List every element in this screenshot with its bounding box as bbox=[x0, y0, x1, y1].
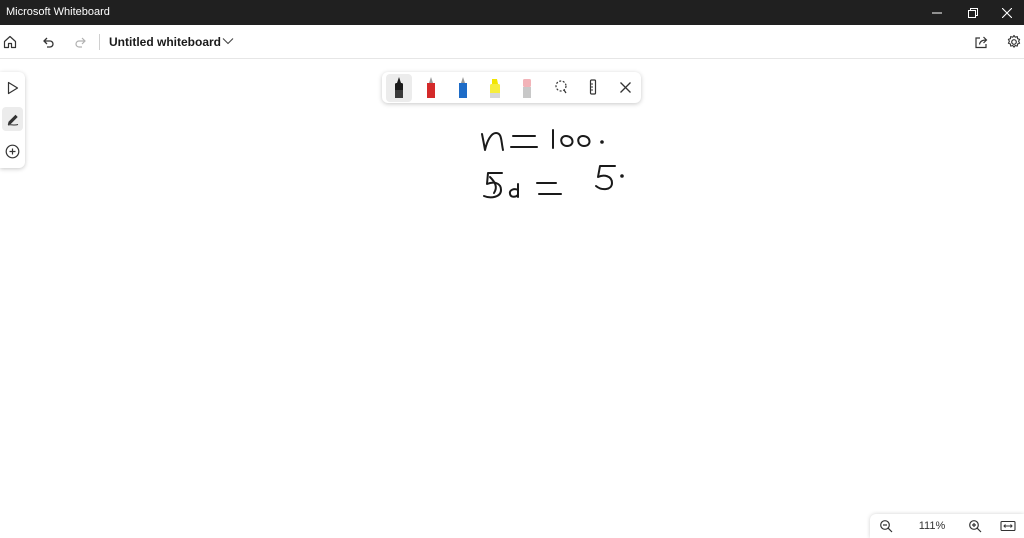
close-pen-tray-button[interactable] bbox=[614, 76, 636, 98]
fit-to-screen-icon bbox=[1000, 520, 1016, 532]
zoom-in-button[interactable] bbox=[965, 517, 985, 535]
ink-stroke-zero-2 bbox=[577, 135, 591, 147]
ink-stroke-s-overwrite bbox=[489, 176, 497, 194]
red-pen-icon bbox=[427, 77, 435, 98]
blue-pen-button[interactable] bbox=[450, 74, 476, 102]
lasso-select-icon bbox=[555, 80, 567, 94]
redo-button[interactable] bbox=[68, 29, 94, 55]
share-button[interactable] bbox=[968, 29, 994, 55]
ruler-button[interactable] bbox=[582, 76, 604, 98]
title-bar: Microsoft Whiteboard bbox=[0, 0, 1024, 25]
inking-tool-button[interactable] bbox=[2, 107, 23, 131]
zoom-in-icon bbox=[969, 520, 982, 533]
ink-dot-1 bbox=[600, 140, 604, 144]
close-icon bbox=[1002, 7, 1012, 18]
pen-icon bbox=[7, 114, 18, 126]
tool-rail bbox=[0, 72, 25, 168]
restore-icon bbox=[968, 7, 978, 18]
ink-stroke-s bbox=[483, 172, 503, 199]
ink-stroke-n bbox=[481, 132, 504, 151]
ink-stroke-five bbox=[595, 165, 616, 191]
eraser-button[interactable] bbox=[514, 74, 540, 102]
close-window-button[interactable] bbox=[990, 0, 1024, 25]
minimize-button[interactable] bbox=[920, 0, 954, 25]
toolbar-divider bbox=[99, 34, 100, 50]
close-icon bbox=[619, 81, 631, 93]
home-icon bbox=[3, 35, 17, 49]
lasso-select-button[interactable] bbox=[550, 76, 572, 98]
whiteboard-canvas[interactable] bbox=[0, 58, 1024, 538]
settings-button[interactable] bbox=[1001, 29, 1024, 55]
black-pen-icon bbox=[395, 77, 403, 98]
fit-to-screen-button[interactable] bbox=[998, 517, 1018, 535]
red-pen-button[interactable] bbox=[418, 74, 444, 102]
ink-stroke-d bbox=[508, 183, 519, 198]
document-menu-button[interactable] bbox=[221, 34, 235, 48]
undo-icon bbox=[43, 37, 54, 48]
zoom-out-icon bbox=[880, 520, 893, 533]
app-toolbar: Untitled whiteboard bbox=[0, 25, 1024, 59]
black-pen-button[interactable] bbox=[386, 74, 412, 102]
document-title[interactable]: Untitled whiteboard bbox=[109, 35, 221, 49]
highlighter-icon bbox=[490, 79, 500, 98]
ruler-icon bbox=[589, 79, 597, 95]
create-button[interactable] bbox=[2, 139, 23, 163]
pen-tray bbox=[382, 72, 641, 103]
blue-pen-icon bbox=[459, 77, 467, 98]
zoom-controls: 111% bbox=[870, 514, 1024, 538]
ink-stroke-zero-1 bbox=[560, 135, 574, 147]
redo-icon bbox=[75, 37, 86, 48]
app-title: Microsoft Whiteboard bbox=[6, 6, 110, 18]
eraser-icon bbox=[523, 79, 531, 98]
select-tool-button[interactable] bbox=[2, 76, 23, 100]
plus-circle-icon bbox=[5, 144, 20, 158]
pointer-icon bbox=[7, 81, 18, 95]
undo-button[interactable] bbox=[35, 29, 61, 55]
minimize-icon bbox=[932, 12, 942, 13]
home-button[interactable] bbox=[0, 29, 23, 55]
yellow-highlighter-button[interactable] bbox=[482, 74, 508, 102]
zoom-out-button[interactable] bbox=[876, 517, 896, 535]
restore-button[interactable] bbox=[956, 0, 990, 25]
ink-dot-2 bbox=[620, 174, 624, 178]
gear-icon bbox=[1007, 34, 1021, 48]
zoom-level[interactable]: 111% bbox=[914, 520, 950, 532]
share-icon bbox=[974, 36, 987, 49]
chevron-down-icon bbox=[222, 38, 234, 45]
